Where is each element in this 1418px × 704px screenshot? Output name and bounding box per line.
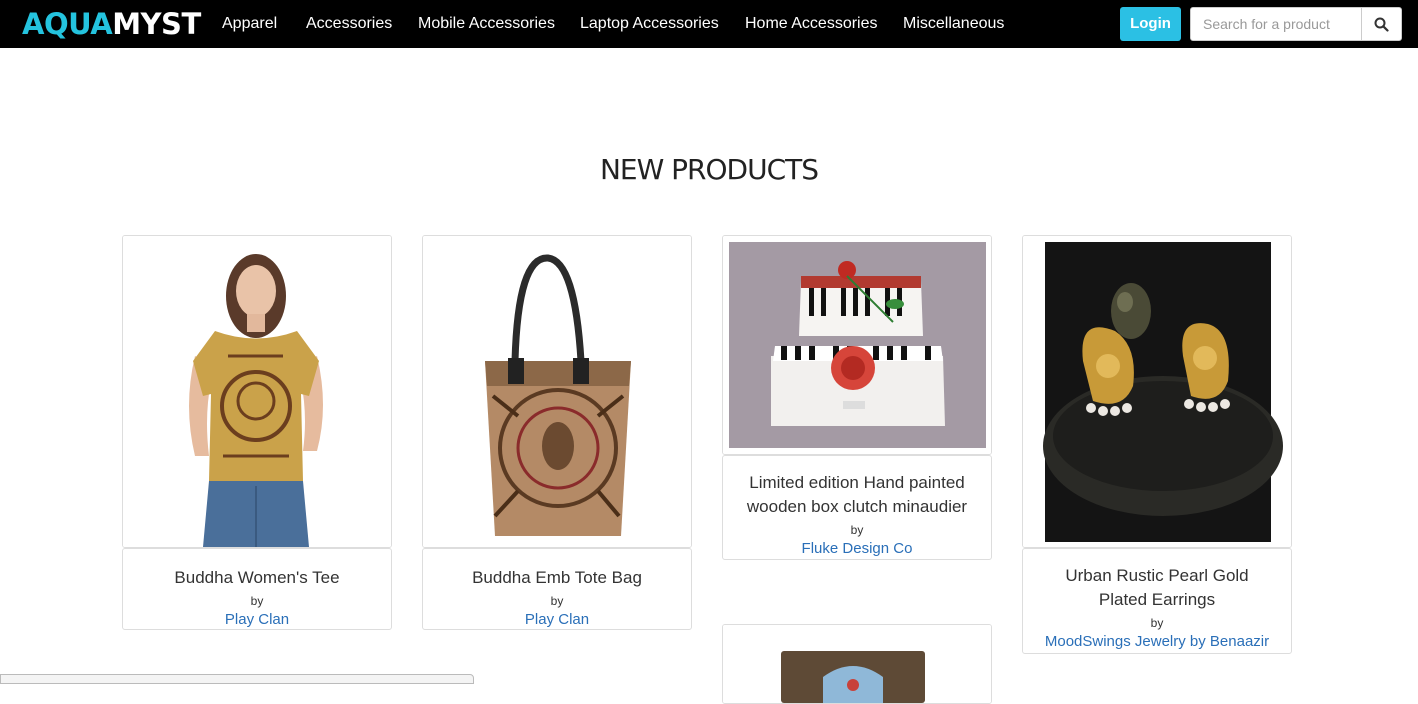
- product-brand-link[interactable]: MoodSwings Jewelry by Benaazir: [1023, 633, 1291, 651]
- brand-logo[interactable]: AQUAMYST: [22, 8, 201, 40]
- brand-logo-myst: MYST: [112, 7, 201, 41]
- product-image-tee: [123, 236, 391, 547]
- product-brand-link[interactable]: Fluke Design Co: [723, 540, 991, 558]
- search-button[interactable]: [1361, 7, 1402, 41]
- product-name[interactable]: Buddha Emb Tote Bag: [423, 566, 691, 590]
- nav-item-laptop-accessories[interactable]: Laptop Accessories: [580, 14, 719, 34]
- nav-item-mobile-accessories[interactable]: Mobile Accessories: [418, 14, 555, 34]
- nav-item-accessories[interactable]: Accessories: [306, 14, 392, 34]
- browser-status-bar: [0, 674, 474, 684]
- product-info-card: Buddha Women's Tee by Play Clan: [122, 548, 392, 630]
- product-name[interactable]: Buddha Women's Tee: [123, 566, 391, 590]
- brand-logo-aqua: AQUA: [22, 7, 113, 41]
- product-image-clutch: [723, 236, 991, 454]
- product-image-card[interactable]: [122, 235, 392, 548]
- nav-item-apparel[interactable]: Apparel: [222, 14, 277, 34]
- product-image-wallet: [723, 625, 991, 703]
- product-by-label: by: [1150, 616, 1164, 630]
- product-image-card[interactable]: [1022, 235, 1292, 548]
- product-by-label: by: [550, 594, 564, 608]
- product-brand-link[interactable]: Play Clan: [423, 611, 691, 629]
- product-info-card: Limited edition Hand painted wooden box …: [722, 455, 992, 560]
- product-brand-link[interactable]: Play Clan: [123, 611, 391, 629]
- product-image-card[interactable]: [722, 624, 992, 704]
- product-info-card: Buddha Emb Tote Bag by Play Clan: [422, 548, 692, 630]
- product-by-label: by: [850, 523, 864, 537]
- product-image-card[interactable]: [422, 235, 692, 548]
- navbar: AQUAMYST Apparel Accessories Mobile Acce…: [0, 0, 1418, 48]
- product-image-earrings: [1023, 236, 1291, 547]
- product-name[interactable]: Urban Rustic Pearl Gold Plated Earrings: [1023, 564, 1291, 612]
- product-image-card[interactable]: [722, 235, 992, 455]
- nav-item-home-accessories[interactable]: Home Accessories: [745, 14, 878, 34]
- product-image-tote: [423, 236, 691, 547]
- product-info-card: Urban Rustic Pearl Gold Plated Earrings …: [1022, 548, 1292, 654]
- section-title: NEW PRODUCTS: [599, 153, 819, 186]
- login-button[interactable]: Login: [1120, 7, 1181, 41]
- search-input[interactable]: [1190, 7, 1362, 41]
- search-icon: [1374, 17, 1389, 32]
- product-by-label: by: [250, 594, 264, 608]
- product-name[interactable]: Limited edition Hand painted wooden box …: [723, 471, 991, 519]
- nav-item-miscellaneous[interactable]: Miscellaneous: [903, 14, 1004, 34]
